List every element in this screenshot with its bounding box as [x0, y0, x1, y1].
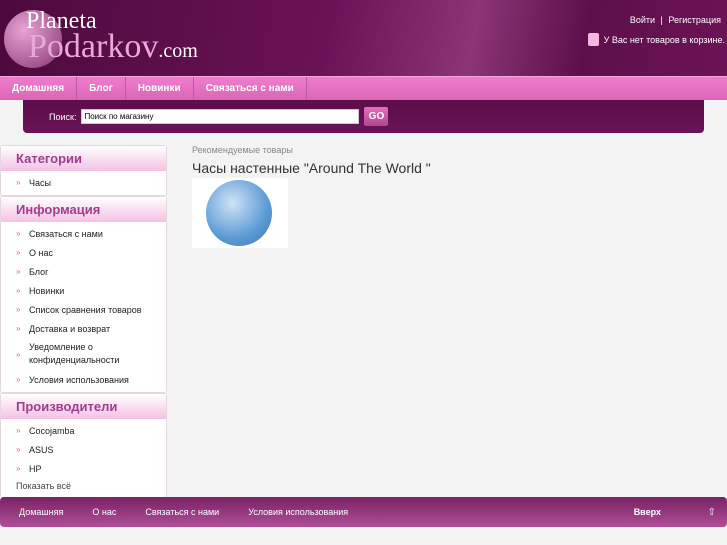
info-item[interactable]: » Уведомление о конфиденциальности — [1, 338, 166, 370]
section-title: Рекомендуемые товары — [192, 145, 293, 155]
item-label: HP — [29, 463, 42, 474]
shopping-bag-icon — [587, 33, 599, 46]
nav-home[interactable]: Домашняя — [0, 77, 78, 100]
globe-clock-icon — [206, 180, 272, 246]
item-label: Блог — [29, 266, 49, 277]
item-label: Часы — [29, 177, 51, 188]
main-nav: Домашняя Блог Новинки Связаться с нами — [0, 76, 727, 100]
logo-line2: Podarkov.com — [28, 28, 198, 65]
category-item[interactable]: » Часы — [1, 173, 166, 192]
item-label: ASUS — [29, 444, 54, 455]
info-item[interactable]: » Список сравнения товаров — [1, 300, 166, 319]
item-label: Доставка и возврат — [29, 323, 111, 334]
show-all-link[interactable]: Показать всё — [1, 481, 166, 497]
footer-contact[interactable]: Связаться с нами — [145, 507, 219, 517]
categories-title: Категории — [1, 146, 166, 171]
nav-contact[interactable]: Связаться с нами — [194, 77, 307, 100]
register-link[interactable]: Регистрация — [668, 15, 721, 25]
categories-box: Категории » Часы — [0, 145, 167, 196]
item-label: Связаться с нами — [29, 228, 103, 239]
item-label: Cocojamba — [29, 425, 75, 436]
search-go-button[interactable]: GO — [364, 107, 389, 126]
footer-about[interactable]: О нас — [92, 507, 116, 517]
search-bar: Поиск: GO — [23, 100, 704, 133]
footer-home[interactable]: Домашняя — [19, 507, 63, 517]
logo[interactable]: Planeta Podarkov.com — [4, 6, 234, 72]
arrow-up-icon[interactable]: ⇧ — [708, 507, 716, 518]
back-to-top-link[interactable]: Вверх — [634, 507, 661, 517]
nav-new[interactable]: Новинки — [126, 77, 194, 100]
footer-terms[interactable]: Условия использования — [248, 507, 348, 517]
bullet-icon: » — [16, 349, 21, 359]
manufacturer-item[interactable]: » ASUS — [1, 440, 166, 459]
info-item[interactable]: » Условия использования — [1, 370, 166, 389]
bullet-icon: » — [16, 445, 21, 454]
info-item[interactable]: » Блог — [1, 262, 166, 281]
search-input[interactable] — [81, 109, 360, 124]
bullet-icon: » — [16, 464, 21, 473]
nav-blog[interactable]: Блог — [77, 77, 126, 100]
bullet-icon: » — [16, 178, 21, 187]
account-links: Войти | Регистрация — [627, 15, 721, 25]
product-image[interactable] — [192, 178, 288, 248]
manufacturer-item[interactable]: » HP — [1, 459, 166, 478]
info-item[interactable]: » Доставка и возврат — [1, 319, 166, 338]
search-label: Поиск: — [49, 111, 77, 122]
main-content: Рекомендуемые товары Часы настенные "Aro… — [192, 145, 431, 248]
bullet-icon: » — [16, 305, 21, 314]
separator: | — [660, 15, 663, 25]
footer: Домашняя О нас Связаться с нами Условия … — [0, 497, 727, 527]
item-label: Уведомление о конфиденциальности — [29, 342, 120, 365]
info-item[interactable]: » Новинки — [1, 281, 166, 300]
bullet-icon: » — [16, 286, 21, 295]
manufacturers-box: Производители » Cocojamba » ASUS » HP Показ… — [0, 393, 167, 498]
cart-text: У Вас нет товаров в корзине. — [603, 34, 725, 45]
manufacturers-title: Производители — [1, 394, 166, 419]
bullet-icon: » — [16, 426, 21, 435]
bullet-icon: » — [16, 324, 21, 333]
logo-tld: .com — [158, 40, 198, 62]
bullet-icon: » — [16, 248, 21, 257]
item-label: Новинки — [29, 285, 65, 296]
item-label: О нас — [29, 247, 53, 258]
login-link[interactable]: Войти — [630, 15, 655, 25]
header: Planeta Podarkov.com Войти | Регистрация… — [0, 0, 727, 76]
manufacturer-item[interactable]: » Cocojamba — [1, 421, 166, 440]
item-label: Список сравнения товаров — [29, 304, 142, 315]
bullet-icon: » — [16, 267, 21, 276]
info-title: Информация — [1, 197, 166, 222]
item-label: Условия использования — [29, 374, 129, 385]
product-title[interactable]: Часы настенные "Around The World " — [192, 160, 431, 176]
sidebar: Категории » Часы Информация » Связаться с … — [0, 145, 167, 498]
info-box: Информация » Связаться с нами » О нас » Бло… — [0, 196, 167, 393]
bullet-icon: » — [16, 229, 21, 238]
cart-status[interactable]: У Вас нет товаров в корзине. — [587, 33, 725, 46]
info-item[interactable]: » О нас — [1, 243, 166, 262]
bullet-icon: » — [16, 375, 21, 384]
info-item[interactable]: » Связаться с нами — [1, 224, 166, 243]
